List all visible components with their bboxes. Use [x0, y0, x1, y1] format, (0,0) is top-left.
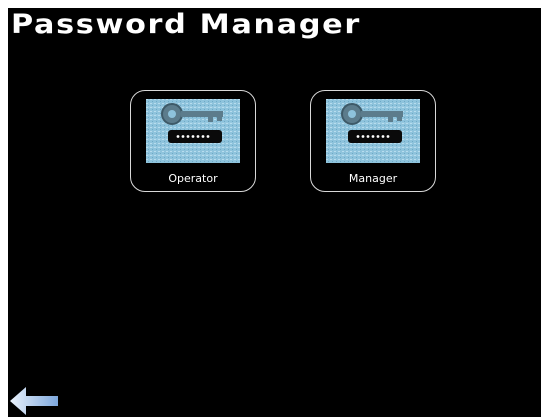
- manager-label: Manager: [348, 172, 398, 185]
- back-arrow-icon: [10, 387, 58, 415]
- operator-label: Operator: [168, 172, 218, 185]
- page-title: Password Manager: [11, 9, 361, 40]
- operator-tile-button[interactable]: Operator: [130, 90, 256, 192]
- screen: Password Manager Operator Manager: [8, 8, 541, 417]
- back-button[interactable]: [8, 385, 60, 417]
- password-key-icon: [326, 99, 420, 163]
- manager-tile-button[interactable]: Manager: [310, 90, 436, 192]
- password-key-icon: [146, 99, 240, 163]
